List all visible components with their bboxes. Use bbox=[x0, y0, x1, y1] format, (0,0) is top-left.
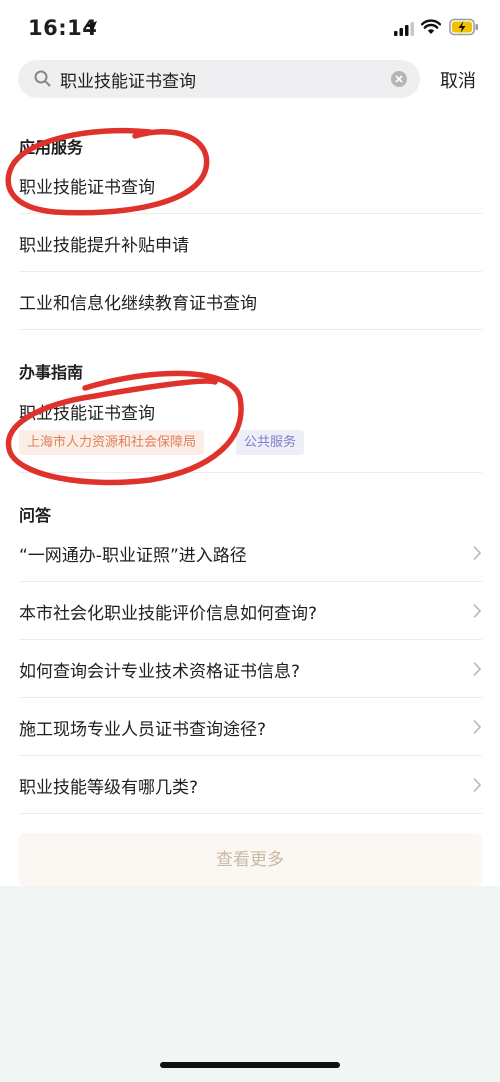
wifi-icon bbox=[421, 19, 441, 34]
status-bar: 16:14 bbox=[0, 0, 500, 58]
guide-item[interactable]: 职业技能证书查询 bbox=[0, 383, 500, 473]
list-item-service[interactable]: 工业和信息化继续教育证书查询 bbox=[0, 272, 500, 330]
qa-item-label: 施工现场专业人员证书查询途径? bbox=[19, 720, 267, 740]
section-header-services: 应用服务 bbox=[19, 138, 84, 157]
list-item-service[interactable]: 职业技能提升补贴申请 bbox=[0, 214, 500, 272]
qa-item[interactable]: “一网通办-职业证照”进入路径 bbox=[0, 524, 500, 582]
home-indicator bbox=[160, 1062, 340, 1068]
search-icon bbox=[34, 70, 51, 87]
clear-search-icon[interactable] bbox=[391, 71, 407, 87]
qa-item-label: 如何查询会计专业技术资格证书信息? bbox=[19, 662, 301, 682]
bottom-blank-area bbox=[0, 886, 500, 1082]
qa-item[interactable]: 如何查询会计专业技术资格证书信息? bbox=[0, 640, 500, 698]
section-header-qa: 问答 bbox=[19, 506, 52, 525]
chevron-right-icon bbox=[473, 661, 482, 677]
search-query: 职业技能证书查询 bbox=[60, 72, 196, 92]
section-header-guide: 办事指南 bbox=[19, 363, 84, 382]
qa-item[interactable]: 本市社会化职业技能评价信息如何查询? bbox=[0, 582, 500, 640]
list-item-label: 职业技能证书查询 bbox=[19, 178, 155, 198]
divider bbox=[19, 329, 482, 330]
qa-item-label: 职业技能等级有哪几类? bbox=[19, 778, 199, 798]
chevron-right-icon bbox=[473, 719, 482, 735]
divider bbox=[19, 472, 482, 473]
view-more-button[interactable]: 查看更多 bbox=[18, 833, 482, 887]
battery-charging-icon bbox=[449, 18, 478, 36]
org-tag: 上海市人力资源和社会保障局 bbox=[19, 430, 205, 455]
service-type-tag: 公共服务 bbox=[236, 430, 305, 455]
list-item-label: 职业技能提升补贴申请 bbox=[19, 236, 189, 256]
list-item-label: 工业和信息化继续教育证书查询 bbox=[19, 294, 257, 314]
divider bbox=[19, 813, 482, 814]
guide-item-title: 职业技能证书查询 bbox=[19, 404, 155, 424]
qa-item[interactable]: 施工现场专业人员证书查询途径? bbox=[0, 698, 500, 756]
chevron-right-icon bbox=[473, 545, 482, 561]
list-item-service[interactable]: 职业技能证书查询 bbox=[0, 156, 500, 214]
location-arrow-icon bbox=[85, 21, 97, 33]
search-input[interactable]: 职业技能证书查询 bbox=[18, 60, 420, 98]
qa-item-label: 本市社会化职业技能评价信息如何查询? bbox=[19, 604, 318, 624]
cancel-button[interactable]: 取消 bbox=[440, 67, 476, 93]
qa-item[interactable]: 职业技能等级有哪几类? bbox=[0, 756, 500, 814]
signal-icon bbox=[394, 22, 414, 36]
chevron-right-icon bbox=[473, 603, 482, 619]
qa-item-label: “一网通办-职业证照”进入路径 bbox=[19, 546, 247, 566]
chevron-right-icon bbox=[473, 777, 482, 793]
